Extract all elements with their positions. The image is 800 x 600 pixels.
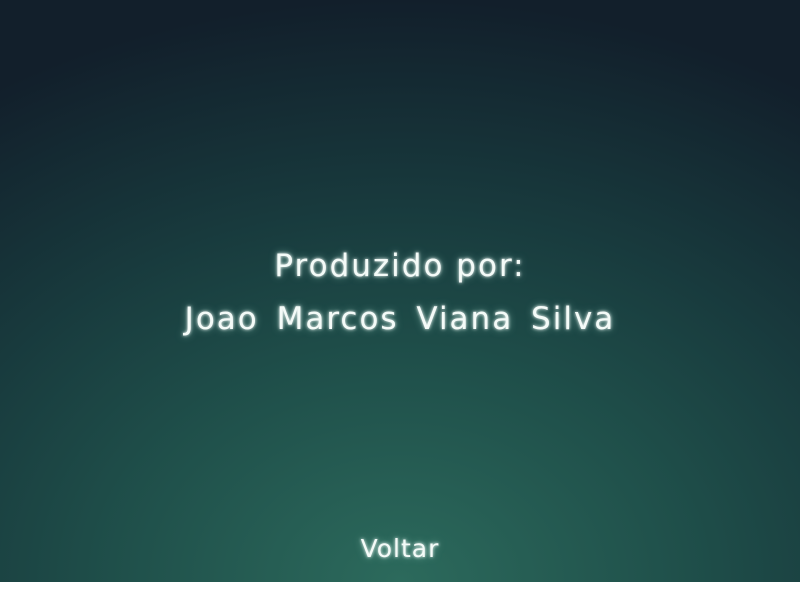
bottom-strip [0,582,800,600]
author-name: Joao Marcos Viana Silva [184,301,616,337]
credits-screen: Produzido por: Joao Marcos Viana Silva V… [0,0,800,582]
back-button[interactable]: Voltar [340,531,460,567]
credits-heading: Produzido por: [274,248,526,284]
